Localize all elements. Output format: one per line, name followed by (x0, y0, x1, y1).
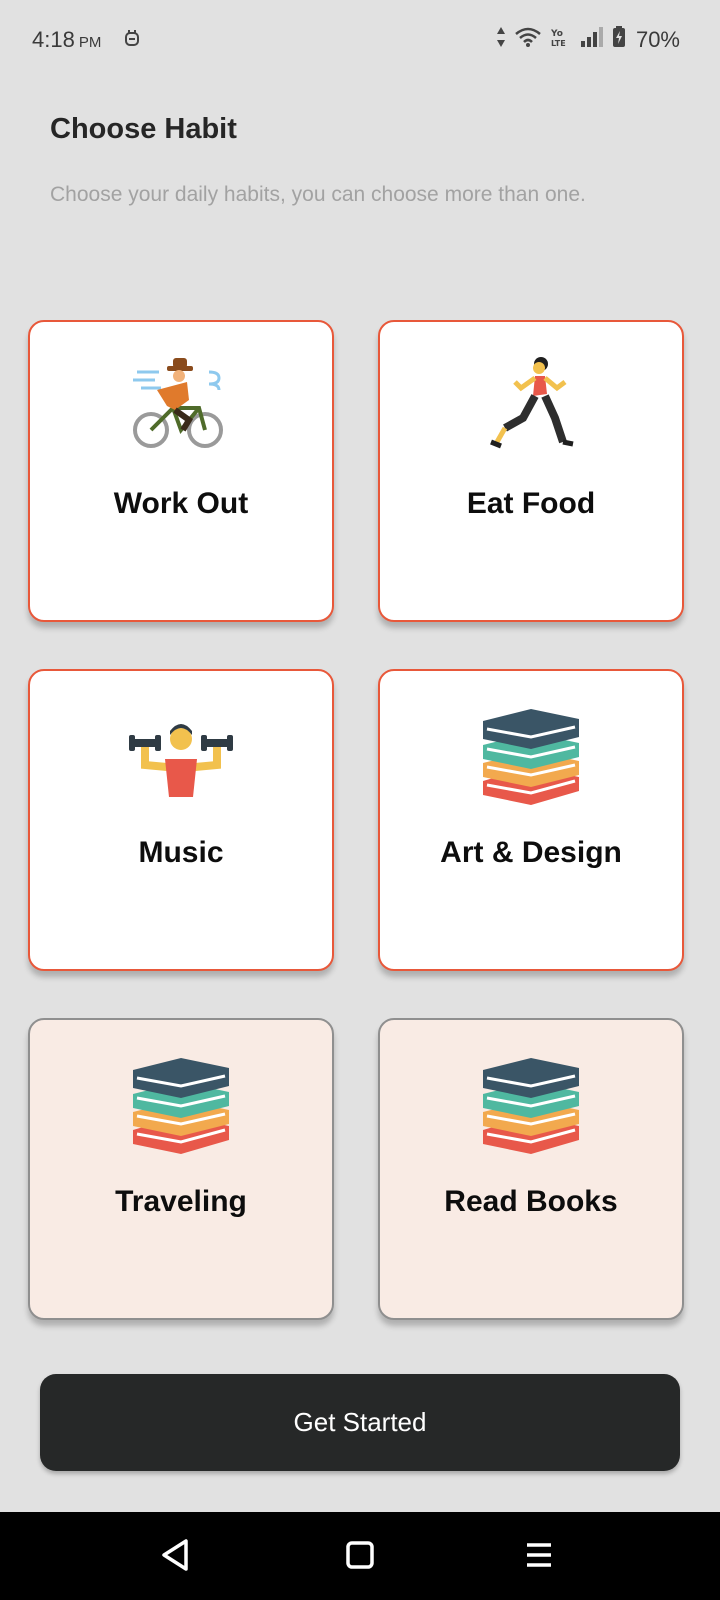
status-bar: 4:18 PM Yo LTE 70% (0, 0, 720, 82)
screen: 4:18 PM Yo LTE 70% Choose Habit Choose y… (0, 0, 720, 1600)
navigation-bar (0, 1512, 720, 1600)
home-icon[interactable] (345, 1538, 375, 1577)
habit-card-art-design[interactable]: Art & Design (378, 669, 684, 971)
habit-card-music[interactable]: Music (28, 669, 334, 971)
dumbbell-lifter-icon (129, 705, 233, 805)
books-stack-icon (129, 1054, 233, 1154)
habit-label: Eat Food (466, 487, 596, 520)
habit-label: Work Out (113, 487, 249, 520)
cyclist-icon (129, 356, 233, 456)
status-time: 4:18 PM (32, 27, 101, 53)
books-stack-icon (479, 705, 583, 805)
habit-label: Art & Design (440, 836, 622, 869)
page-subtitle: Choose your daily habits, you can choose… (50, 183, 586, 206)
get-started-button[interactable]: Get Started (40, 1374, 680, 1471)
status-time-value: 4:18 (32, 27, 75, 52)
battery-percent: 70% (635, 26, 680, 52)
habit-card-work-out[interactable]: Work Out (28, 320, 334, 622)
habit-card-read-books[interactable]: Read Books (378, 1018, 684, 1320)
back-icon[interactable] (160, 1538, 190, 1577)
notification-icon (124, 29, 140, 54)
runner-icon (479, 356, 583, 456)
habit-label: Music (138, 836, 224, 869)
data-arrows-icon (496, 26, 506, 53)
page-title: Choose Habit (50, 113, 237, 145)
svg-text:LTE: LTE (551, 39, 566, 48)
status-icons: Yo LTE 70% (496, 26, 680, 53)
wifi-icon (514, 26, 542, 53)
recents-icon[interactable] (524, 1538, 554, 1577)
habit-label: Read Books (444, 1185, 618, 1218)
books-stack-icon (479, 1054, 583, 1154)
battery-charging-icon (612, 26, 626, 53)
signal-icon (580, 26, 604, 53)
status-time-ampm: PM (78, 34, 102, 51)
habit-label: Traveling (115, 1185, 247, 1218)
volte-icon: Yo LTE (550, 26, 572, 53)
habit-card-eat-food[interactable]: Eat Food (378, 320, 684, 622)
svg-text:Yo: Yo (550, 29, 563, 39)
habit-card-traveling[interactable]: Traveling (28, 1018, 334, 1320)
